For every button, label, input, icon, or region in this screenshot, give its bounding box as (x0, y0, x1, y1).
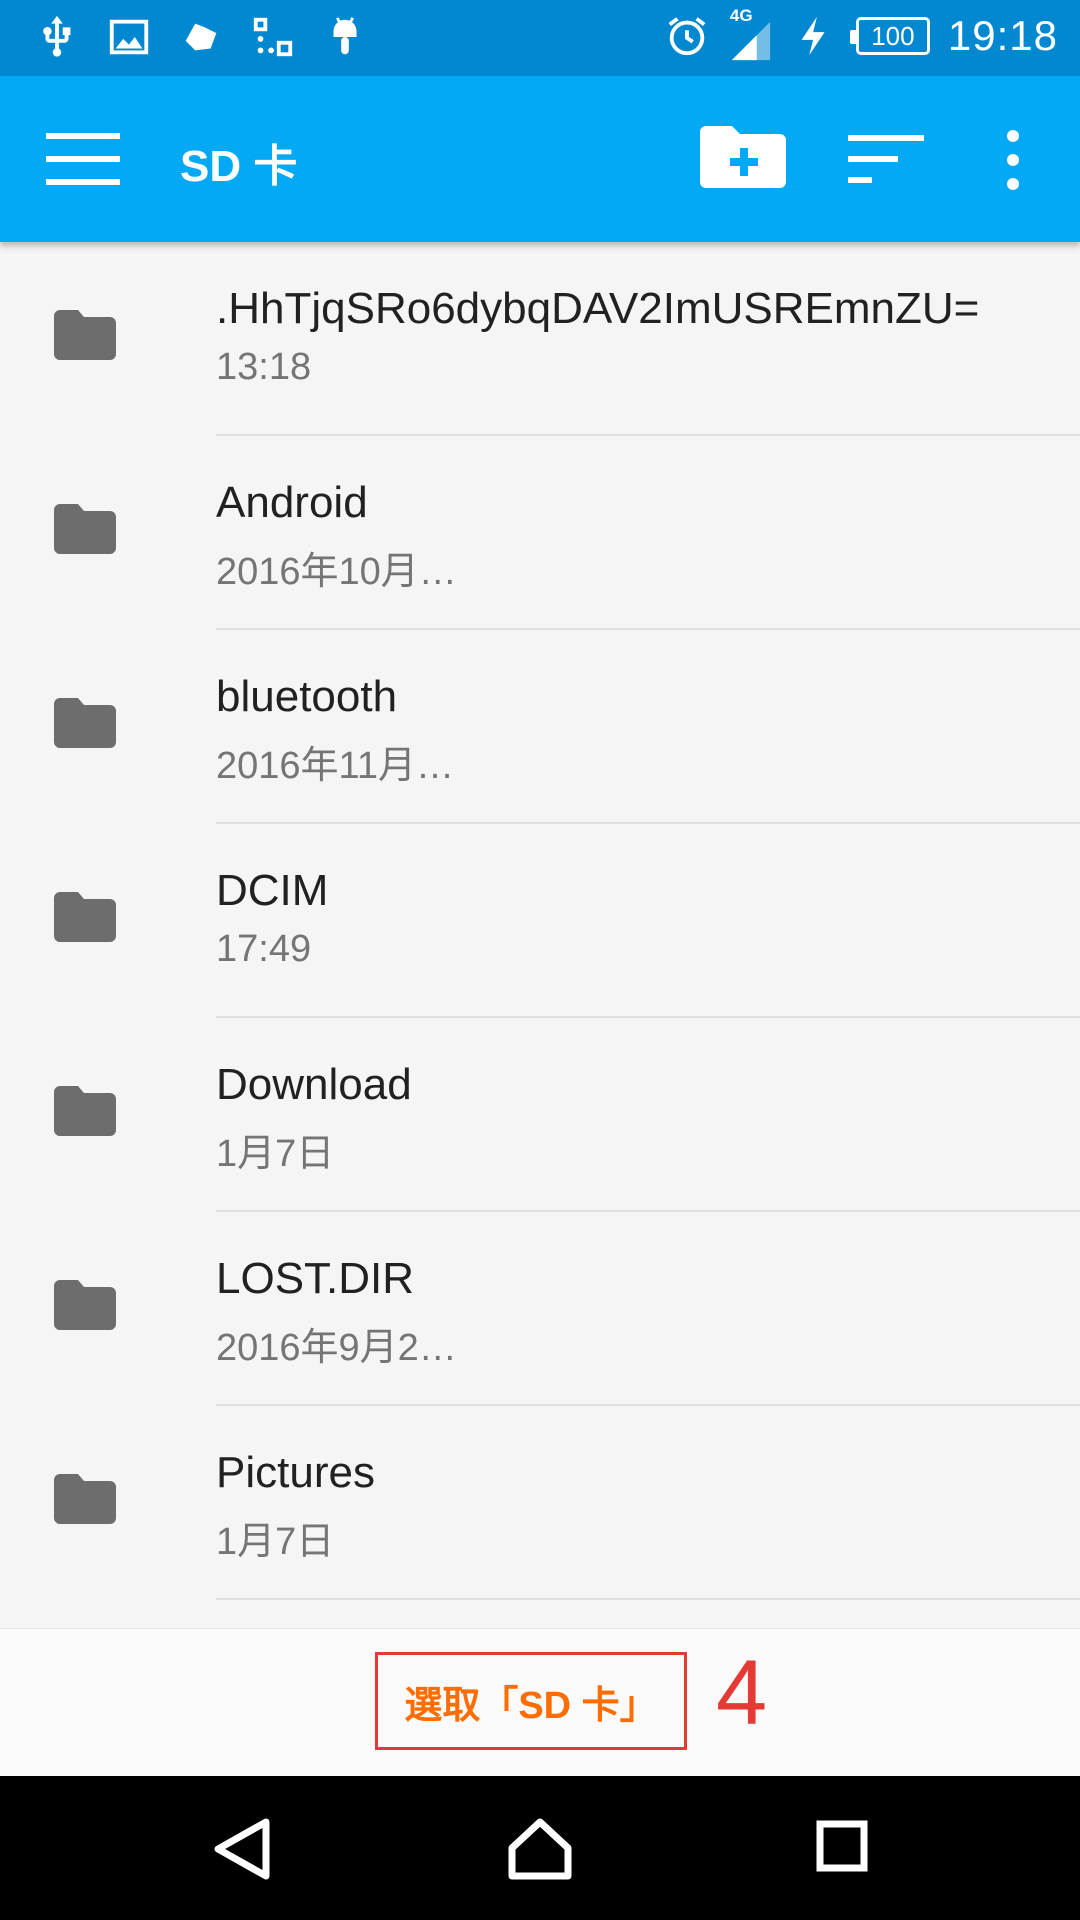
folder-icon (54, 892, 116, 942)
file-name: bluetooth (216, 672, 398, 721)
charging-icon (801, 16, 825, 56)
file-date: 1月7日 (216, 1521, 335, 1563)
list-item[interactable]: Pictures 1月7日 (0, 1406, 1080, 1600)
image-icon (109, 19, 149, 55)
select-sd-card-button[interactable]: 選取「SD 卡」 (375, 1652, 687, 1750)
file-date: 2016年9月2… (216, 1327, 457, 1369)
sort-icon[interactable] (848, 131, 924, 187)
divider (216, 1598, 1080, 1600)
list-item[interactable]: .HhTjqSRo6dybqDAV2ImUSREmnZU= 13:18 (0, 242, 1080, 436)
alarm-icon (668, 17, 706, 56)
file-name: Android (216, 478, 368, 527)
folder-icon (54, 1474, 116, 1524)
battery-icon: 100 (849, 17, 930, 55)
menu-icon[interactable] (46, 131, 120, 187)
app-icon (253, 17, 293, 57)
file-name: Pictures (216, 1448, 375, 1497)
status-bar: 4G 100 19:18 (0, 0, 1080, 76)
step-annotation: 4 (716, 1642, 768, 1744)
file-name: .HhTjqSRo6dybqDAV2ImUSREmnZU= (216, 284, 980, 333)
system-icons: 4G 100 19:18 (664, 6, 1058, 62)
folder-icon (54, 698, 116, 748)
folder-icon (54, 1086, 116, 1136)
file-name: DCIM (216, 866, 329, 915)
notification-icons (34, 14, 368, 60)
android-icon (333, 17, 357, 55)
file-name: LOST.DIR (216, 1254, 415, 1303)
app-bar: SD 卡 (0, 76, 1080, 242)
folder-icon (54, 310, 116, 360)
page-title: SD 卡 (180, 142, 298, 191)
cloud-icon (185, 23, 217, 51)
file-date: 2016年11月… (216, 745, 454, 787)
file-date: 17:49 (216, 928, 312, 970)
list-item[interactable]: DCIM 17:49 (0, 824, 1080, 1018)
list-item[interactable]: LOST.DIR 2016年9月2… (0, 1212, 1080, 1406)
battery-level: 100 (871, 20, 915, 51)
more-icon[interactable] (995, 128, 1031, 192)
file-date: 2016年10月… (216, 551, 457, 593)
new-folder-icon[interactable] (700, 118, 786, 194)
list-item[interactable]: bluetooth 2016年11月… (0, 630, 1080, 824)
signal-icon: 4G (728, 6, 774, 62)
file-name: Download (216, 1060, 412, 1109)
status-time: 19:18 (947, 12, 1058, 59)
file-list: .HhTjqSRo6dybqDAV2ImUSREmnZU= 13:18 Andr… (0, 242, 1080, 1600)
folder-icon (54, 1280, 116, 1330)
list-item[interactable]: Android 2016年10月… (0, 436, 1080, 630)
list-item[interactable]: Download 1月7日 (0, 1018, 1080, 1212)
usb-icon (43, 15, 71, 57)
select-bar: 選取「SD 卡」 4 (0, 1628, 1080, 1777)
back-icon[interactable] (210, 1816, 274, 1882)
recents-icon[interactable] (816, 1820, 868, 1872)
folder-icon (54, 504, 116, 554)
navigation-bar (0, 1776, 1080, 1920)
file-date: 1月7日 (216, 1133, 335, 1175)
home-icon[interactable] (506, 1814, 574, 1882)
file-date: 13:18 (216, 346, 312, 388)
